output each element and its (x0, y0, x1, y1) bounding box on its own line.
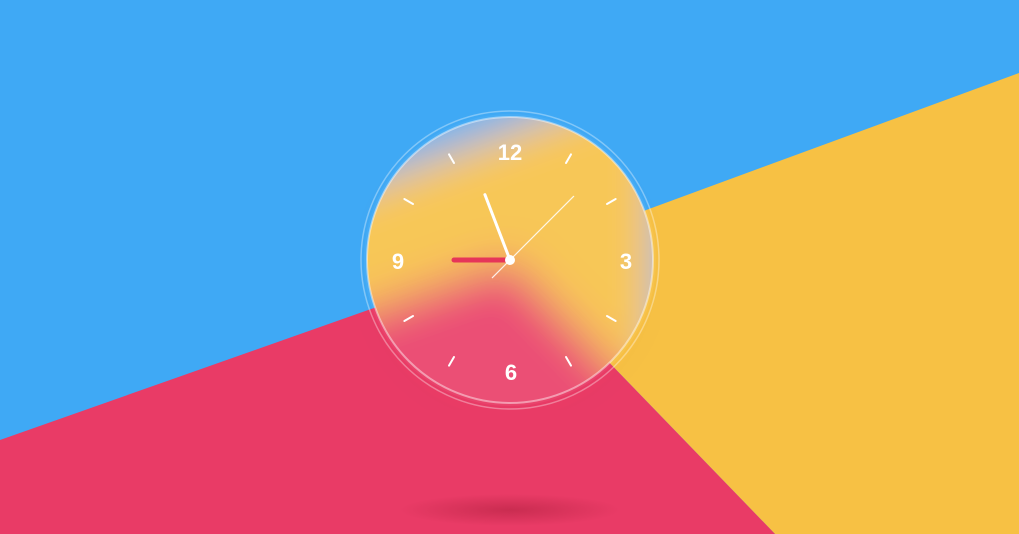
clock: 12 3 6 9 (360, 110, 660, 410)
center-pin (505, 255, 515, 265)
numeral-6: 6 (505, 360, 517, 385)
floor-shadow (400, 494, 620, 526)
numeral-9: 9 (392, 249, 404, 274)
numeral-12: 12 (498, 140, 522, 165)
clock-face: 12 3 6 9 (360, 110, 660, 410)
numeral-3: 3 (620, 249, 632, 274)
